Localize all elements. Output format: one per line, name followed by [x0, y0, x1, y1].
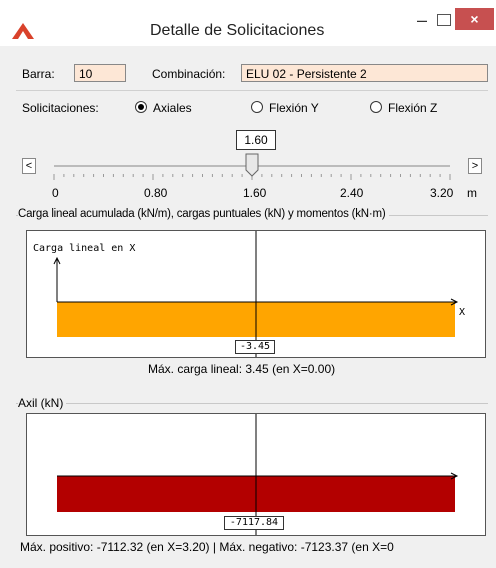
close-button[interactable]: ×	[455, 8, 494, 30]
carga-plot: Carga lineal en X X -3.45	[26, 230, 486, 358]
minimize-button[interactable]: –	[413, 11, 431, 30]
radio-flexion-y[interactable]	[251, 101, 263, 113]
radio-flexion-z[interactable]	[370, 101, 382, 113]
window-title: Detalle de Solicitaciones	[150, 22, 325, 39]
radio-flexion-y-label[interactable]: Flexión Y	[269, 101, 319, 115]
barra-label: Barra:	[22, 67, 55, 81]
barra-input[interactable]: 10	[74, 64, 126, 82]
carga-value-box: -3.45	[235, 340, 275, 354]
slider-thumb[interactable]	[245, 153, 259, 177]
app-logo-icon	[12, 23, 34, 39]
maximize-button[interactable]	[437, 14, 451, 26]
x-axis-label: X	[459, 307, 466, 318]
slider-left-button[interactable]: <	[22, 158, 36, 174]
axil-group-border	[16, 403, 488, 404]
tick-label-3: 2.40	[340, 186, 364, 200]
slider-value-box: 1.60	[236, 130, 276, 150]
combinacion-label: Combinación:	[152, 67, 226, 81]
tick-label-0: 0	[52, 186, 59, 200]
axil-summary: Máx. positivo: -7112.32 (en X=3.20) | Má…	[20, 540, 394, 554]
unit-label: m	[467, 186, 477, 200]
axil-group-title: Axil (kN)	[18, 396, 67, 410]
radio-axiales-label[interactable]: Axiales	[153, 101, 192, 115]
axil-plot: -7117.84	[26, 413, 486, 536]
slider-right-button[interactable]: >	[468, 158, 482, 174]
tick-label-1: 0.80	[144, 186, 168, 200]
carga-group-title: Carga lineal acumulada (kN/m), cargas pu…	[18, 208, 389, 220]
carga-axis-label: Carga lineal en X	[33, 243, 136, 254]
carga-summary: Máx. carga lineal: 3.45 (en X=0.00)	[148, 362, 336, 376]
tick-label-2: 1.60	[243, 186, 267, 200]
axil-value-box: -7117.84	[224, 516, 284, 530]
tick-label-4: 3.20	[430, 186, 454, 200]
combinacion-input[interactable]: ELU 02 - Persistente 2	[241, 64, 488, 82]
slider-track[interactable]	[38, 150, 466, 186]
radio-axiales[interactable]	[135, 101, 147, 113]
divider	[16, 90, 488, 91]
radio-flexion-z-label[interactable]: Flexión Z	[388, 101, 437, 115]
solicitaciones-label: Solicitaciones:	[22, 101, 99, 115]
